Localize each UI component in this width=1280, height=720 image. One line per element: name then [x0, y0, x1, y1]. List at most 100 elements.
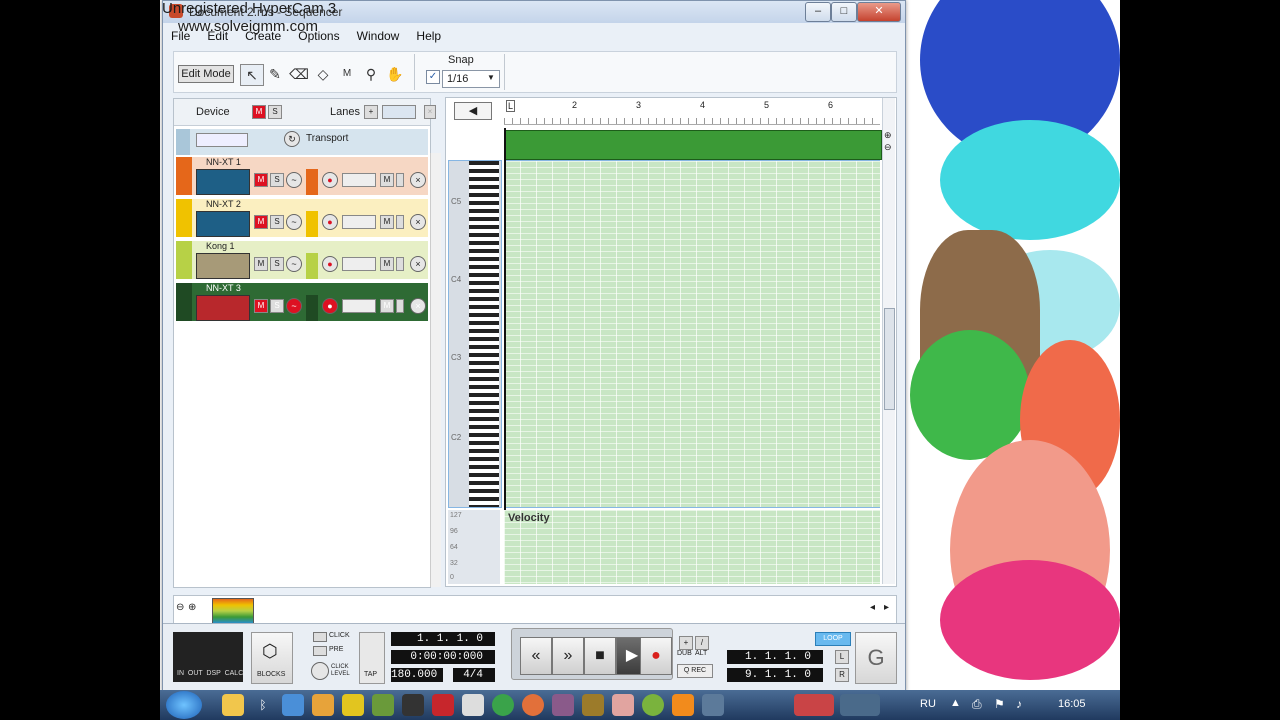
app-icon[interactable] — [612, 694, 634, 716]
action-center-icon[interactable]: ⚑ — [994, 697, 1005, 711]
record-enable-button[interactable]: ● — [322, 298, 338, 314]
reason-task-icon[interactable] — [840, 694, 880, 716]
lane-mute-button[interactable]: M — [380, 257, 394, 271]
lane-mute-button[interactable]: M — [380, 173, 394, 187]
hand-icon[interactable]: ✋ — [384, 64, 406, 84]
automation-icon[interactable]: ~ — [286, 256, 302, 272]
solo-button[interactable]: S — [270, 299, 284, 313]
app-icon[interactable] — [462, 694, 484, 716]
record-enable-button[interactable]: ● — [322, 256, 338, 272]
loop-left-marker[interactable]: L — [835, 650, 849, 664]
folder-icon[interactable] — [222, 694, 244, 716]
opera-icon[interactable] — [432, 694, 454, 716]
solo-button[interactable]: S — [270, 215, 284, 229]
time-display[interactable]: 0:00:00:000 — [391, 650, 495, 664]
bar-ruler[interactable]: L 2 3 4 5 6 — [504, 98, 880, 125]
odnoklassniki-icon[interactable] — [672, 694, 694, 716]
scroll-thumb[interactable] — [884, 308, 895, 410]
lane-select[interactable] — [342, 215, 376, 229]
position-display[interactable]: 1. 1. 1. 0 — [391, 632, 495, 646]
clip-region[interactable] — [504, 130, 882, 160]
delete-lane-icon[interactable]: × — [410, 214, 426, 230]
track-nn-xt-2[interactable]: NN-XT 2 M S ~ ● M × — [176, 199, 428, 237]
track-list-scrollbar[interactable] — [430, 153, 441, 587]
click-level-knob[interactable] — [311, 662, 329, 680]
app-icon[interactable] — [402, 694, 424, 716]
velocity-lane[interactable]: Velocity — [504, 510, 880, 584]
record-enable-button[interactable]: ● — [322, 214, 338, 230]
keyboard-icon[interactable] — [282, 694, 304, 716]
track-nn-xt-3[interactable]: NN-XT 3 M S ~ ● M × — [176, 283, 428, 321]
song-overview-bar[interactable]: ⊖ ⊕ ◂ ▸ — [173, 595, 897, 625]
automation-icon[interactable]: ~ — [286, 214, 302, 230]
app-icon[interactable] — [522, 694, 544, 716]
mute-button[interactable]: M — [254, 173, 268, 187]
loop-button[interactable]: LOOP — [815, 632, 851, 646]
loop-left-display[interactable]: 1. 1. 1. 0 — [727, 650, 823, 664]
lane-mute-button[interactable]: M — [380, 299, 394, 313]
bluetooth-icon[interactable]: ᛒ — [252, 694, 274, 716]
mute-button[interactable]: M — [254, 215, 268, 229]
rewind-button[interactable]: « — [520, 637, 552, 675]
fast-forward-button[interactable]: » — [552, 637, 584, 675]
dub-button[interactable]: + — [679, 636, 693, 650]
menu-window[interactable]: Window — [357, 29, 400, 43]
note-grid[interactable] — [504, 160, 880, 508]
lane-handle[interactable] — [396, 173, 404, 187]
delete-lane-icon[interactable]: × — [410, 172, 426, 188]
piano-keyboard[interactable]: C5 C4 C3 C2 — [448, 160, 502, 508]
lane-mute-button[interactable]: M — [380, 215, 394, 229]
piano-keys[interactable] — [469, 161, 499, 507]
app-icon[interactable] — [642, 694, 664, 716]
close-button[interactable]: ✕ — [857, 2, 901, 22]
app-icon[interactable] — [582, 694, 604, 716]
left-locator-marker[interactable]: L — [506, 100, 516, 112]
delete-lane-icon[interactable]: × — [410, 256, 426, 272]
master-mute-button[interactable]: M — [252, 105, 266, 119]
magnify-icon[interactable]: ⚲ — [360, 64, 382, 84]
recorder-task-icon[interactable] — [794, 694, 834, 716]
minimize-button[interactable]: – — [805, 2, 831, 22]
maximize-button[interactable]: □ — [831, 2, 857, 22]
master-solo-button[interactable]: S — [268, 105, 282, 119]
app-icon[interactable] — [372, 694, 394, 716]
tap-button[interactable]: TAP — [359, 632, 385, 684]
tray-expand-icon[interactable]: ▲ — [950, 697, 961, 709]
lane-select[interactable] — [342, 173, 376, 187]
lane-handle[interactable] — [396, 257, 404, 271]
overview-thumbnail[interactable] — [212, 598, 254, 624]
add-lane-button[interactable]: + — [364, 105, 378, 119]
volume-icon[interactable]: ♪ — [1016, 697, 1022, 711]
blocks-button[interactable]: ⬡ BLOCKS — [251, 632, 293, 684]
lane-select[interactable] — [342, 257, 376, 271]
delete-lane-icon[interactable]: × — [410, 298, 426, 314]
zoom-in-icon[interactable]: ⊕ — [188, 602, 196, 613]
track-kong-1[interactable]: Kong 1 M S ~ ● M × — [176, 241, 428, 279]
stop-button[interactable]: ■ — [584, 637, 616, 675]
app-icon[interactable] — [312, 694, 334, 716]
mute-tool-icon[interactable]: M — [336, 64, 358, 84]
lane-handle[interactable] — [396, 215, 404, 229]
solo-button[interactable]: S — [270, 173, 284, 187]
pre-toggle[interactable] — [313, 646, 327, 656]
scroll-right-icon[interactable]: ▸ — [884, 602, 889, 613]
solo-button[interactable]: S — [270, 257, 284, 271]
lane-select[interactable] — [342, 299, 376, 313]
record-enable-button[interactable]: ● — [322, 172, 338, 188]
record-button[interactable]: ● — [640, 637, 672, 675]
mute-button[interactable]: M — [254, 257, 268, 271]
mute-button[interactable]: M — [254, 299, 268, 313]
zoom-out-icon[interactable]: ⊖ — [176, 602, 184, 613]
track-transport[interactable]: ↻ Transport — [176, 129, 428, 155]
zoom-out-icon[interactable]: ⊖ — [884, 142, 892, 153]
pointer-icon[interactable]: ↖ — [240, 64, 264, 86]
snap-select[interactable]: 1/16 ▼ — [442, 70, 500, 88]
clock[interactable]: 16:05 — [1058, 698, 1086, 710]
app-icon[interactable] — [342, 694, 364, 716]
track-nn-xt-1[interactable]: NN-XT 1 M S ~ ● M × — [176, 157, 428, 195]
lane-handle[interactable] — [396, 299, 404, 313]
razor-icon[interactable]: ◇ — [312, 64, 334, 84]
menu-help[interactable]: Help — [416, 29, 441, 43]
lane-type-select[interactable] — [382, 105, 416, 119]
loop-right-marker[interactable]: R — [835, 668, 849, 682]
